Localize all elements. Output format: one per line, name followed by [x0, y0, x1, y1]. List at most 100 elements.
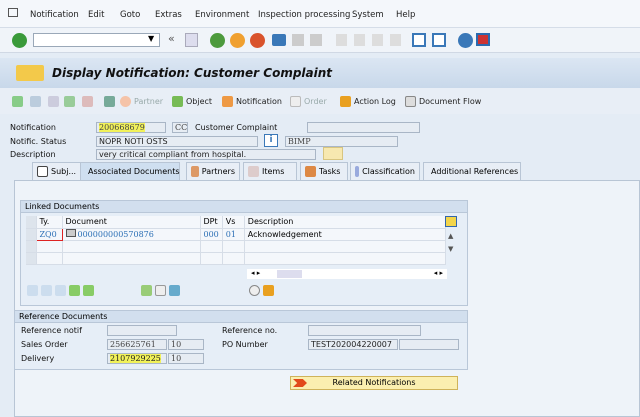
object-button[interactable]: Object: [172, 96, 212, 107]
delivery-item-field[interactable]: 10: [168, 353, 204, 364]
table-row[interactable]: [26, 240, 447, 253]
table-row[interactable]: ZQ0 000000000570876 000 01 Acknowledgeme…: [26, 227, 447, 241]
scroll-up-icon[interactable]: ▲: [448, 232, 453, 240]
menu-system[interactable]: System: [352, 10, 384, 20]
order-button[interactable]: Order: [290, 96, 327, 107]
next-page-icon[interactable]: [372, 34, 383, 46]
reference-no-field[interactable]: [308, 325, 421, 336]
document-flow-button[interactable]: Document Flow: [405, 96, 481, 107]
glasses-icon[interactable]: [155, 285, 166, 296]
delete-icon[interactable]: [41, 285, 52, 296]
table-row[interactable]: [26, 252, 447, 265]
enter-icon[interactable]: [12, 33, 27, 48]
notification-type-field[interactable]: CC: [172, 122, 188, 133]
description-field[interactable]: very critical compliant from hospital.: [96, 149, 316, 160]
create-icon[interactable]: [27, 285, 38, 296]
notification-button[interactable]: Notification: [222, 96, 282, 107]
scroll-down-icon[interactable]: ▼: [448, 245, 453, 253]
reference-notif-field[interactable]: [107, 325, 177, 336]
find-icon[interactable]: [292, 34, 304, 46]
col-description[interactable]: Description: [244, 216, 447, 229]
action-log-button[interactable]: Action Log: [340, 96, 396, 107]
save-icon[interactable]: [55, 285, 66, 296]
po-item-field[interactable]: [399, 339, 459, 350]
contact-icon[interactable]: [104, 96, 115, 107]
last-page-icon[interactable]: [390, 34, 401, 46]
notification-type-text: Customer Complaint: [195, 123, 278, 132]
cell-type[interactable]: ZQ0: [35, 227, 63, 241]
menu-notification[interactable]: Notification: [30, 10, 79, 20]
print-document-icon[interactable]: [169, 285, 180, 296]
back-icon[interactable]: [210, 33, 225, 48]
user-status-field[interactable]: BIMP: [285, 136, 398, 147]
menu-edit[interactable]: Edit: [88, 10, 104, 20]
collapse-icon[interactable]: «: [168, 32, 175, 45]
tab-tasks[interactable]: Tasks: [300, 162, 348, 180]
cancel-icon[interactable]: [250, 33, 265, 48]
customize-layout-icon[interactable]: [476, 33, 490, 46]
check-in-icon[interactable]: [69, 285, 80, 296]
col-vs[interactable]: Vs: [222, 216, 245, 229]
status-field[interactable]: NOPR NOTI OSTS: [96, 136, 258, 147]
dropdown-icon[interactable]: ▼: [148, 34, 154, 43]
row-selector[interactable]: [26, 228, 37, 241]
horizontal-scrollbar[interactable]: ◂ ▸ ◂ ▸: [247, 269, 447, 279]
status-info-icon[interactable]: i: [264, 134, 278, 147]
undo-icon[interactable]: [30, 96, 41, 107]
shortcut-icon[interactable]: [432, 33, 446, 47]
tab-additional-references[interactable]: Additional References: [423, 162, 521, 180]
col-document[interactable]: Document: [62, 216, 201, 229]
col-dpt[interactable]: DPt: [200, 216, 223, 229]
col-type[interactable]: Ty.: [36, 216, 63, 229]
tab-strip: Subj... Associated Documents Partners It…: [14, 162, 640, 180]
menu-help[interactable]: Help: [396, 10, 415, 20]
sales-order-field[interactable]: 256625761: [107, 339, 167, 350]
first-page-icon[interactable]: [336, 34, 347, 46]
tab-items[interactable]: Items: [243, 162, 297, 180]
delivery-field[interactable]: 2107929225: [107, 353, 167, 364]
help-icon[interactable]: [458, 33, 473, 48]
sales-order-item-field[interactable]: 10: [168, 339, 204, 350]
menu-environment[interactable]: Environment: [195, 10, 249, 20]
display-icon[interactable]: [141, 285, 152, 296]
notification-extra-field[interactable]: [307, 122, 420, 133]
find-next-icon[interactable]: [310, 34, 322, 46]
checkered-flag-icon[interactable]: [48, 96, 59, 107]
save-icon[interactable]: [185, 33, 198, 47]
po-number-field[interactable]: TEST202004220007: [308, 339, 398, 350]
title-bar: Display Notification: Customer Complaint: [0, 58, 640, 88]
notification-field[interactable]: 200668679: [96, 122, 166, 133]
reject-icon[interactable]: [82, 96, 93, 107]
menu-goto[interactable]: Goto: [120, 10, 140, 20]
reference-documents-title: Reference Documents: [15, 311, 467, 323]
action-log-icon: [340, 96, 351, 107]
circle-icon[interactable]: [249, 285, 260, 296]
exit-icon[interactable]: [230, 33, 245, 48]
cell-document[interactable]: 000000000570876: [62, 228, 201, 241]
menu-icon[interactable]: [8, 8, 18, 17]
tab-classification[interactable]: Classification: [350, 162, 420, 180]
print-icon[interactable]: [272, 34, 286, 46]
column-settings-icon[interactable]: [445, 216, 457, 227]
scroll-left-icon[interactable]: ◂ ▸: [251, 269, 260, 277]
new-session-icon[interactable]: [412, 33, 426, 47]
related-notifications-button[interactable]: Related Notifications: [290, 376, 458, 390]
previous-page-icon[interactable]: [354, 34, 365, 46]
scroll-right-icon[interactable]: ◂ ▸: [434, 269, 443, 277]
tab-associated-documents[interactable]: Associated Documents: [80, 162, 180, 180]
partner-button[interactable]: Partner: [120, 96, 163, 107]
tab-partners[interactable]: Partners: [186, 162, 240, 180]
flag-icon[interactable]: [12, 96, 23, 107]
edit-icon[interactable]: [263, 285, 274, 296]
approve-icon[interactable]: [64, 96, 75, 107]
scroll-thumb[interactable]: [277, 270, 302, 278]
menu-extras[interactable]: Extras: [155, 10, 182, 20]
menu-inspection-processing[interactable]: Inspection processing: [258, 10, 350, 20]
long-text-icon[interactable]: [323, 147, 343, 160]
tab-subject[interactable]: Subj...: [32, 162, 82, 180]
check-out-icon[interactable]: [83, 285, 94, 296]
info-icon: [37, 166, 48, 177]
partner-icon: [120, 96, 131, 107]
command-field[interactable]: [33, 33, 160, 47]
screen-menu-icon[interactable]: [16, 65, 44, 81]
